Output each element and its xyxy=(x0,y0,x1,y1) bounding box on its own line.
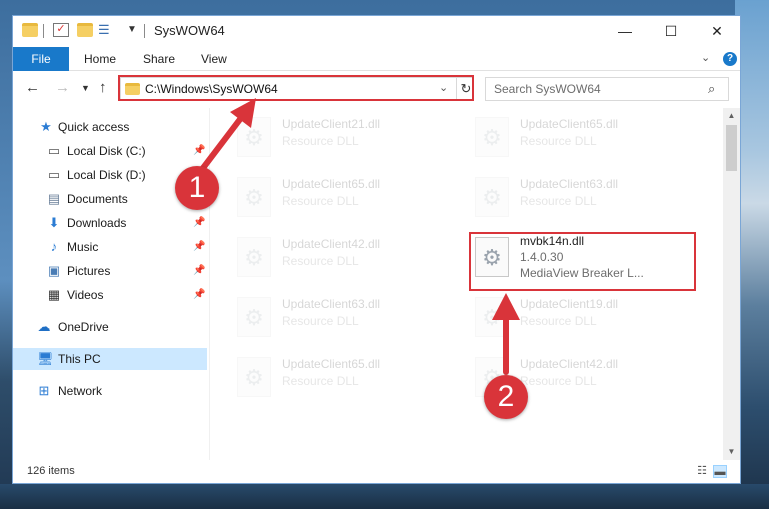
arrow-head-file-icon xyxy=(492,293,520,320)
step-1-callout: 1 xyxy=(175,166,219,210)
arrow-to-address xyxy=(197,111,247,175)
annotation-arrows xyxy=(197,98,520,375)
step-2-callout: 2 xyxy=(484,375,528,419)
